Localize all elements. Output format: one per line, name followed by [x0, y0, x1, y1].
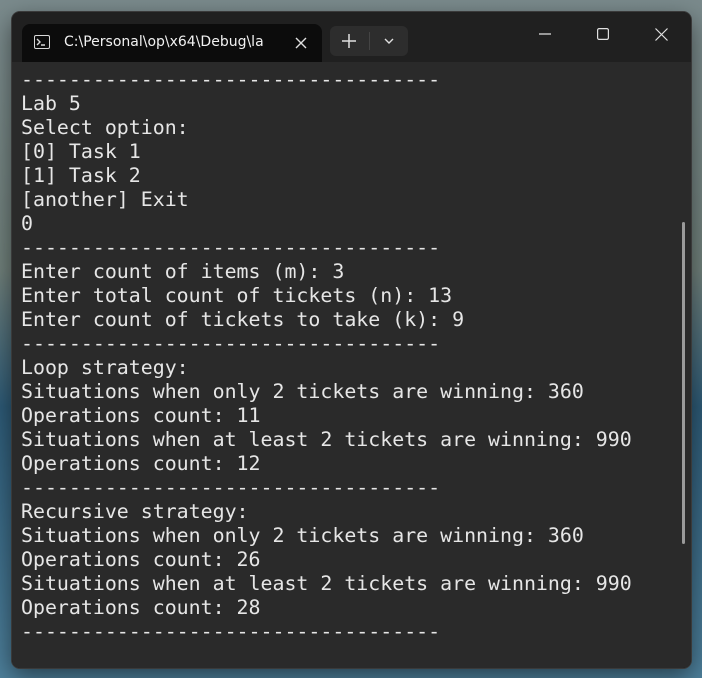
terminal-line: Situations when only 2 tickets are winni… [21, 380, 584, 403]
terminal-line: Enter total count of tickets (n): 13 [21, 284, 453, 307]
terminal-line: ----------------------------------- [21, 620, 441, 643]
terminal-line: Situations when at least 2 tickets are w… [21, 572, 632, 595]
tab-title: C:\Personal\op\x64\Debug\la [64, 34, 264, 50]
title-bar: C:\Personal\op\x64\Debug\la [12, 12, 691, 62]
chevron-down-icon[interactable] [370, 26, 408, 56]
terminal-line: [1] Task 2 [21, 164, 141, 187]
terminal-line: Lab 5 [21, 92, 81, 115]
maximize-icon[interactable] [580, 12, 626, 56]
terminal-window: C:\Personal\op\x64\Debug\la ------------… [12, 12, 691, 668]
terminal-line: Situations when only 2 tickets are winni… [21, 524, 584, 547]
tab-active[interactable]: C:\Personal\op\x64\Debug\la [22, 24, 322, 62]
new-tab-group [330, 26, 408, 56]
terminal-line: ----------------------------------- [21, 332, 441, 355]
minimize-icon[interactable] [522, 12, 568, 56]
terminal-line: Operations count: 28 [21, 596, 261, 619]
terminal-line: Situations when at least 2 tickets are w… [21, 428, 632, 451]
terminal-line: [another] Exit [21, 188, 189, 211]
terminal-line: ----------------------------------- [21, 476, 441, 499]
scrollbar[interactable] [682, 222, 685, 544]
terminal-line: ----------------------------------- [21, 236, 441, 259]
terminal-icon [34, 35, 50, 49]
terminal-line: Operations count: 26 [21, 548, 261, 571]
terminal-output: ----------------------------------- Lab 5… [21, 68, 632, 644]
terminal-line: ----------------------------------- [21, 68, 441, 91]
terminal-line: Enter count of tickets to take (k): 9 [21, 308, 465, 331]
plus-icon[interactable] [330, 26, 368, 56]
terminal-line: Enter count of items (m): 3 [21, 260, 345, 283]
terminal-line: Operations count: 11 [21, 404, 261, 427]
terminal-line: Loop strategy: [21, 356, 189, 379]
terminal-line: Select option: [21, 116, 189, 139]
close-icon[interactable] [290, 32, 312, 54]
close-icon[interactable] [638, 12, 684, 56]
terminal-line: Operations count: 12 [21, 452, 261, 475]
terminal-line: 0 [21, 212, 33, 235]
terminal-line: [0] Task 1 [21, 140, 141, 163]
terminal-line: Recursive strategy: [21, 500, 249, 523]
